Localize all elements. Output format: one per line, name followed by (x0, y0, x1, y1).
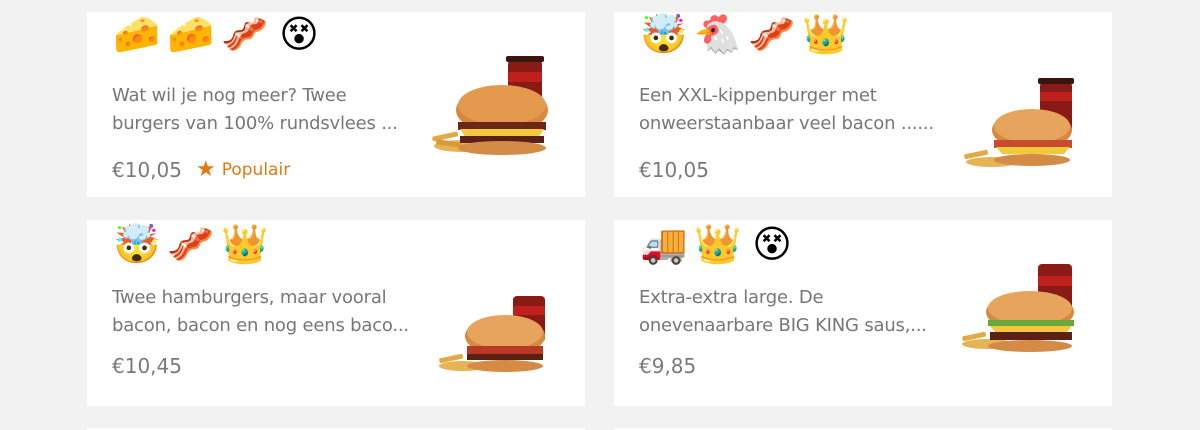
bacon-icon: 🥓 (221, 12, 269, 56)
chicken-icon: 🐔 (694, 12, 742, 56)
star-icon: ★ (195, 157, 216, 182)
item-description: Een XXL-kippenburger met onweerstaanbaar… (639, 85, 934, 134)
price-row: €10,45 (112, 354, 182, 378)
item-description: Twee hamburgers, maar vooral bacon, baco… (112, 287, 409, 336)
burger-meal-image (964, 78, 1074, 167)
menu-item-card-1[interactable]: 🧀 🧀 🥓 😵 Wat wil je nog meer? Twee burger… (87, 12, 585, 197)
emoji-row: 🚚 👑 😵 (640, 222, 796, 266)
exploding-head-icon: 🤯 (113, 222, 161, 266)
burger-meal-image (962, 264, 1074, 352)
popular-badge: ★ Populair (196, 159, 290, 181)
exploding-head-icon: 🤯 (640, 12, 688, 56)
emoji-row: 🤯 🥓 👑 (113, 222, 269, 266)
item-price: €10,45 (112, 354, 182, 378)
item-price: €10,05 (639, 158, 709, 182)
emoji-row: 🤯 🐔 🥓 👑 (640, 12, 850, 56)
cheese-icon: 🧀 (113, 12, 161, 56)
emoji-row: 🧀 🧀 🥓 😵 (113, 12, 323, 56)
menu-item-card-2[interactable]: 🤯 🐔 🥓 👑 Een XXL-kippenburger met onweers… (614, 12, 1112, 197)
price-row: €10,05 (639, 158, 709, 182)
price-row: €9,85 (639, 354, 696, 378)
item-description: Extra-extra large. De onevenaarbare BIG … (639, 287, 927, 336)
burger-meal-image (439, 296, 545, 372)
menu-item-card-3[interactable]: 🤯 🥓 👑 Twee hamburgers, maar vooral bacon… (87, 220, 585, 406)
burger-meal-image (432, 56, 548, 155)
delivery-truck-icon: 🚚 (640, 222, 688, 266)
item-price: €9,85 (639, 354, 697, 378)
price-row: €10,05 ★ Populair (112, 158, 290, 182)
bacon-icon: 🥓 (167, 222, 215, 266)
menu-item-card-4[interactable]: 🚚 👑 😵 Extra-extra large. De onevenaarbar… (614, 220, 1112, 406)
dizzy-face-icon: 😵 (752, 222, 792, 266)
item-price: €10,05 (112, 158, 182, 182)
crown-icon: 👑 (221, 222, 269, 266)
crown-icon: 👑 (694, 222, 742, 266)
crown-icon: 👑 (802, 12, 850, 56)
dizzy-face-icon: 😵 (279, 12, 319, 56)
cheese-icon: 🧀 (167, 12, 215, 56)
popular-label: Populair (221, 160, 291, 180)
bacon-icon: 🥓 (748, 12, 796, 56)
item-description: Wat wil je nog meer? Twee burgers van 10… (112, 85, 398, 134)
